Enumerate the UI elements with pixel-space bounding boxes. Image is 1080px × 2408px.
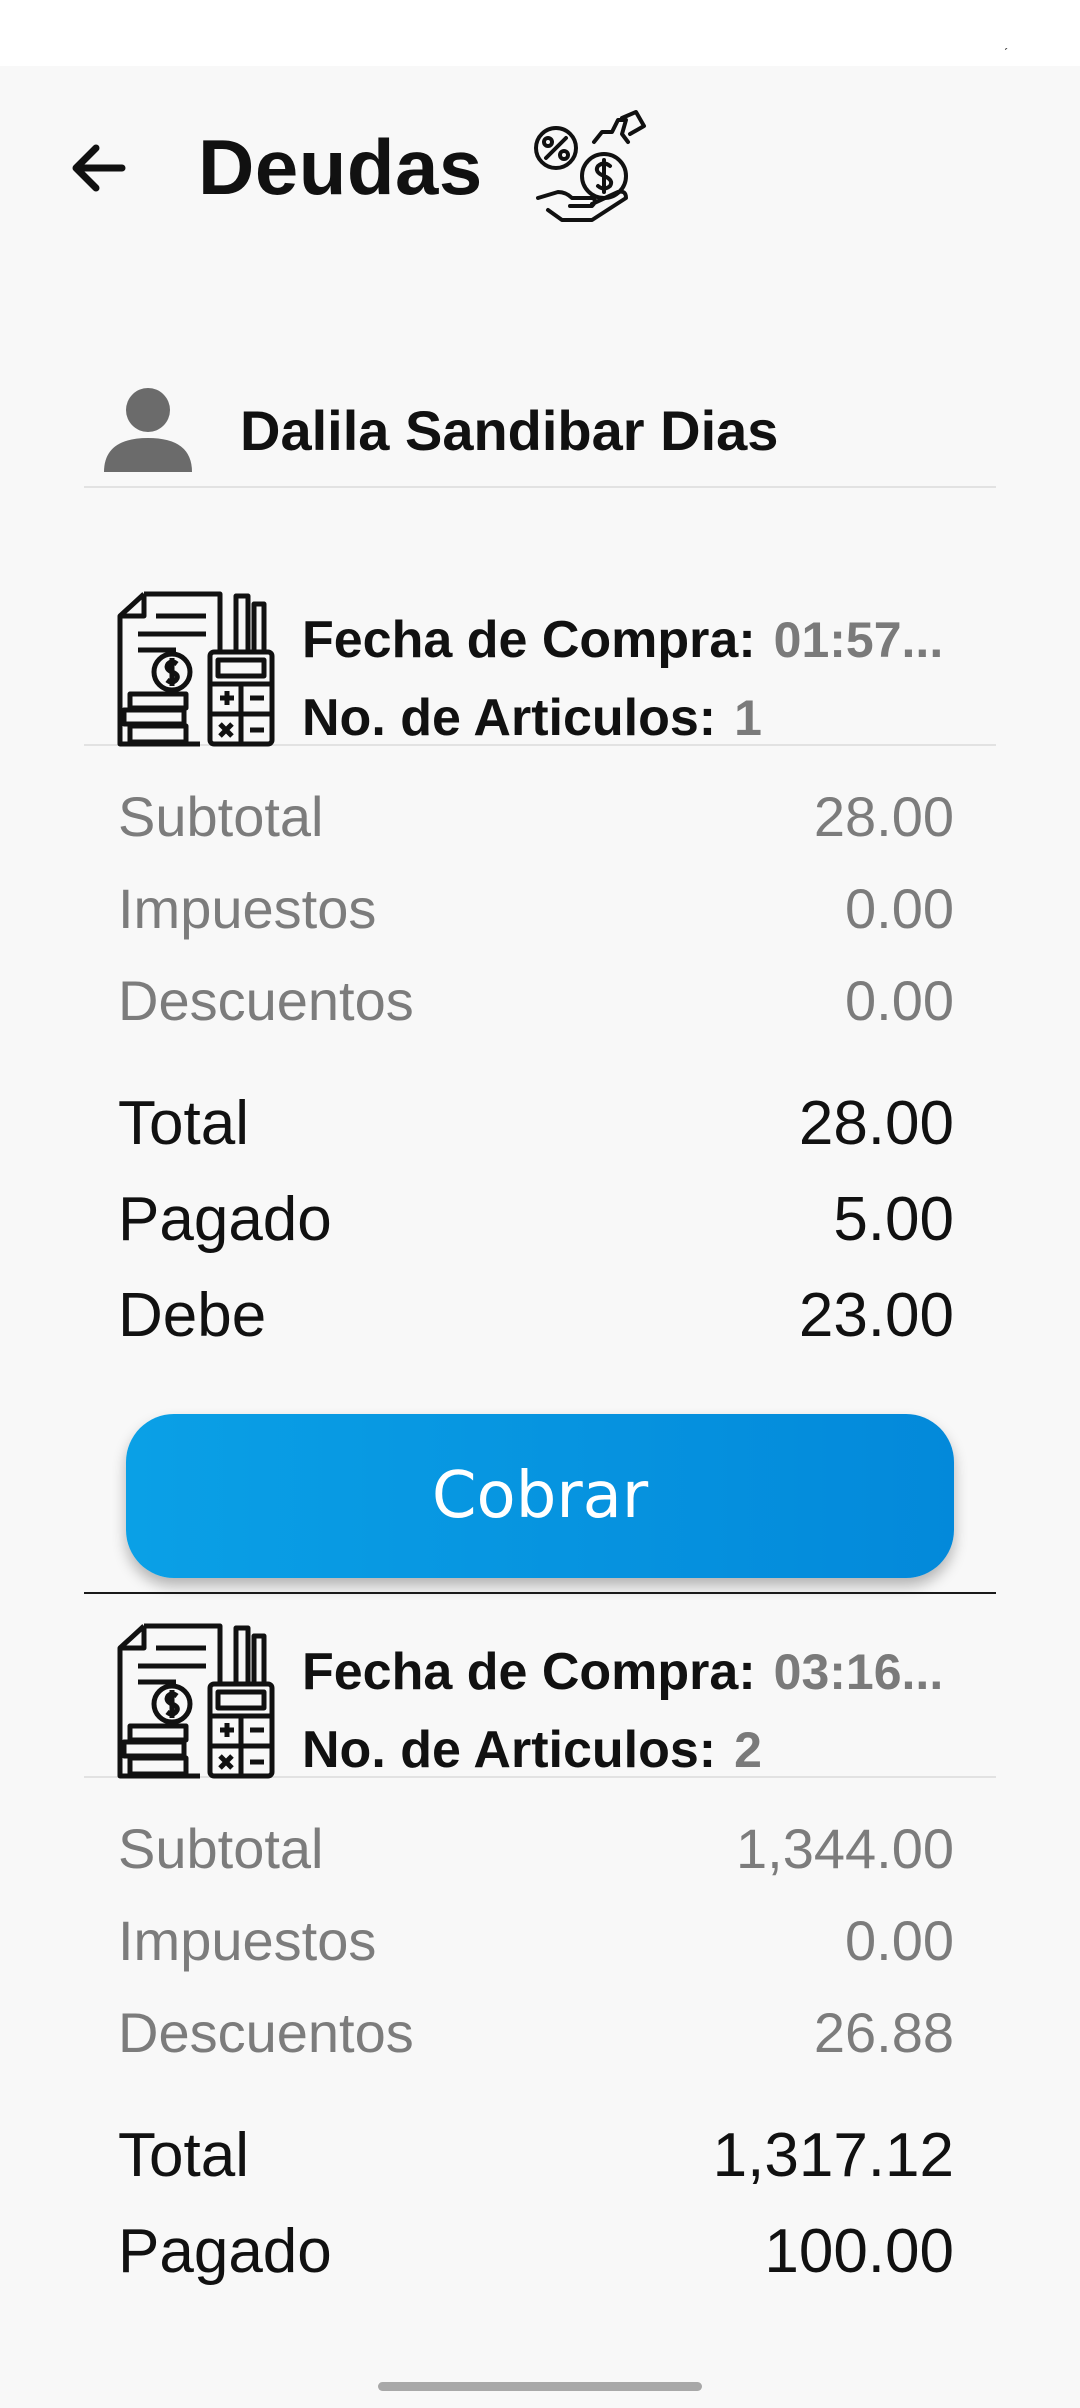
subtotal-value: 28.00 (813, 785, 954, 848)
paid-value: 100.00 (764, 2217, 954, 2286)
item-count: No. de Articulos: 1 (302, 688, 762, 748)
subtotal-label: Subtotal (118, 785, 324, 848)
page-title: Deudas (198, 123, 483, 211)
arrow-left-icon (72, 144, 126, 192)
purchase-date: Fecha de Compra: 03:16... (302, 1642, 943, 1702)
debt-card-header: Fecha de Compra: 03:16... No. de Articulo… (84, 1594, 996, 1780)
paid-label: Pagado (118, 1185, 332, 1254)
discounts-row: Descuentos 0.00 (118, 968, 954, 1033)
subtotal-label: Subtotal (118, 1817, 324, 1880)
total-row: Total 28.00 (118, 1088, 954, 1159)
purchase-date-value: 03:16... (773, 1644, 944, 1700)
taxes-label: Impuestos (118, 1909, 377, 1972)
item-count-label: No. de Articulos: (302, 689, 717, 747)
paid-row: Pagado 5.00 (118, 1184, 954, 1255)
purchase-date: Fecha de Compra: 01:57... (302, 610, 943, 670)
discounts-row: Descuentos 26.88 (118, 2000, 954, 2065)
paid-value: 5.00 (833, 1185, 954, 1254)
item-count-value: 1 (734, 690, 762, 746)
total-value: 28.00 (798, 1089, 954, 1158)
discounts-value: 0.00 (845, 969, 954, 1032)
back-button[interactable] (56, 126, 140, 210)
taxes-value: 0.00 (845, 1909, 954, 1972)
total-value: 1,317.12 (712, 2121, 954, 2190)
person-icon (104, 388, 192, 472)
item-count-value: 2 (734, 1722, 762, 1778)
subtotal-row: Subtotal 1,344.00 (118, 1816, 954, 1881)
taxes-value: 0.00 (845, 877, 954, 940)
owes-label: Debe (118, 1281, 267, 1350)
discounts-label: Descuentos (118, 2001, 414, 2064)
money-hand-icon (534, 110, 646, 222)
debt-card-header: Fecha de Compra: 01:57... No. de Articulo… (84, 562, 996, 748)
paid-row: Pagado 100.00 (118, 2216, 954, 2287)
receipt-calculator-icon (117, 1623, 275, 1779)
paid-label: Pagado (118, 2217, 332, 2286)
total-label: Total (118, 1089, 249, 1158)
charge-button[interactable]: Cobrar (126, 1414, 954, 1578)
status-indicator: ˏ (1003, 34, 1008, 50)
purchase-date-label: Fecha de Compra: (302, 611, 756, 669)
debts-list[interactable]: Dalila Sandibar Dias Fecha de Compra: 01:… (0, 266, 1080, 2334)
customer-name: Dalila Sandibar Dias (240, 399, 779, 462)
home-indicator[interactable] (378, 2382, 702, 2391)
taxes-row: Impuestos 0.00 (118, 876, 954, 941)
customer-row: Dalila Sandibar Dias (84, 312, 996, 488)
purchase-date-value: 01:57... (773, 612, 944, 668)
item-count: No. de Articulos: 2 (302, 1720, 762, 1780)
total-label: Total (118, 2121, 249, 2190)
discounts-value: 26.88 (813, 2001, 954, 2064)
subtotal-value: 1,344.00 (736, 1817, 954, 1880)
app-bar: Deudas (0, 66, 1080, 266)
owes-row: Debe 23.00 (118, 1280, 954, 1351)
discounts-label: Descuentos (118, 969, 414, 1032)
receipt-calculator-icon (117, 591, 275, 747)
total-row: Total 1,317.12 (118, 2120, 954, 2191)
purchase-date-label: Fecha de Compra: (302, 1643, 756, 1701)
item-count-label: No. de Articulos: (302, 1721, 717, 1779)
taxes-row: Impuestos 0.00 (118, 1908, 954, 1973)
subtotal-row: Subtotal 28.00 (118, 784, 954, 849)
taxes-label: Impuestos (118, 877, 377, 940)
owes-value: 23.00 (798, 1281, 954, 1350)
status-bar: ˏ (0, 0, 1080, 66)
